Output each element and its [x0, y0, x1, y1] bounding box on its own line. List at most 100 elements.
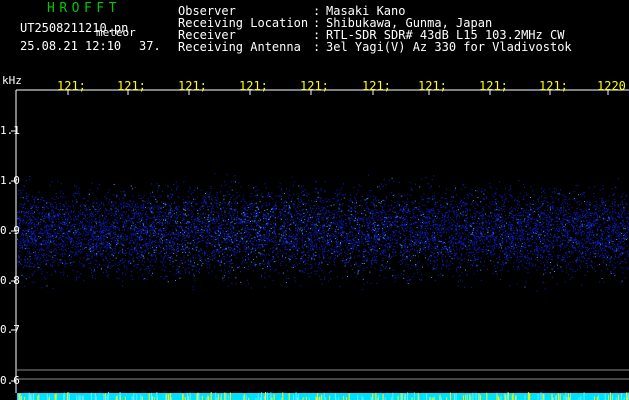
noise-pixel [237, 218, 239, 220]
noise-pixel [594, 213, 596, 215]
noise-pixel [125, 193, 126, 195]
noise-pixel [327, 238, 328, 240]
noise-pixel [61, 248, 63, 250]
noise-pixel [49, 255, 51, 257]
noise-pixel [123, 201, 125, 203]
noise-pixel [345, 259, 347, 261]
noise-pixel [447, 211, 449, 213]
noise-pixel [71, 256, 73, 258]
noise-pixel [554, 230, 556, 232]
noise-pixel [128, 215, 129, 217]
noise-pixel [431, 210, 433, 212]
noise-pixel [296, 216, 298, 218]
noise-pixel [134, 224, 136, 226]
noise-pixel [422, 227, 424, 229]
noise-pixel [610, 256, 612, 258]
noise-pixel [182, 229, 184, 231]
noise-pixel [567, 233, 569, 235]
noise-pixel [296, 258, 298, 260]
noise-pixel [440, 273, 442, 275]
noise-pixel [284, 202, 286, 204]
noise-pixel [136, 202, 138, 204]
noise-pixel [224, 236, 226, 238]
noise-pixel [234, 198, 236, 200]
noise-pixel [334, 222, 336, 224]
noise-pixel [47, 260, 49, 262]
noise-pixel [448, 209, 450, 211]
noise-pixel [620, 241, 622, 243]
noise-pixel [408, 246, 410, 248]
noise-pixel [91, 257, 93, 259]
noise-pixel [153, 216, 155, 218]
noise-pixel [367, 198, 369, 199]
noise-pixel [194, 226, 196, 228]
noise-pixel [358, 225, 360, 227]
noise-pixel [133, 218, 135, 220]
noise-pixel [155, 231, 156, 233]
noise-pixel [626, 194, 628, 196]
noise-pixel [306, 192, 308, 194]
noise-pixel [236, 237, 237, 239]
noise-pixel [147, 257, 149, 259]
noise-pixel [611, 249, 613, 251]
noise-pixel [208, 196, 210, 198]
noise-pixel [73, 261, 75, 263]
noise-pixel [451, 258, 453, 260]
noise-pixel [96, 198, 98, 200]
noise-pixel [493, 265, 495, 267]
noise-pixel [453, 238, 455, 240]
noise-pixel [610, 245, 612, 247]
noise-pixel [81, 221, 83, 223]
noise-pixel [128, 263, 130, 265]
noise-pixel [341, 221, 343, 223]
noise-pixel [163, 229, 165, 231]
noise-pixel [416, 250, 418, 252]
noise-pixel [519, 256, 521, 258]
noise-pixel [225, 235, 227, 237]
noise-pixel [300, 285, 302, 287]
noise-pixel [76, 246, 78, 248]
noise-pixel [352, 201, 353, 203]
noise-pixel [243, 214, 245, 216]
noise-pixel [399, 208, 401, 210]
noise-pixel [468, 241, 470, 243]
noise-pixel [170, 260, 172, 262]
noise-pixel [338, 206, 340, 208]
noise-pixel [602, 256, 604, 258]
noise-pixel [389, 254, 391, 256]
noise-pixel [48, 232, 50, 234]
noise-pixel [342, 241, 344, 243]
noise-pixel [230, 249, 232, 251]
noise-pixel [103, 238, 105, 240]
noise-pixel [109, 255, 111, 257]
noise-pixel [551, 242, 553, 244]
noise-pixel [202, 262, 204, 264]
noise-pixel [189, 235, 190, 236]
noise-pixel [271, 268, 273, 270]
noise-pixel [323, 249, 325, 251]
noise-pixel [287, 221, 289, 223]
noise-pixel [406, 215, 408, 217]
noise-pixel [427, 258, 429, 260]
noise-pixel [597, 240, 599, 242]
noise-pixel [160, 219, 162, 221]
noise-pixel [227, 220, 229, 222]
noise-pixel [618, 225, 620, 227]
noise-pixel [587, 224, 589, 226]
noise-pixel [194, 228, 196, 230]
noise-pixel [404, 219, 405, 220]
noise-pixel [127, 235, 129, 237]
noise-pixel [621, 252, 622, 254]
noise-pixel [599, 209, 601, 211]
noise-pixel [587, 258, 589, 259]
noise-pixel [518, 180, 520, 182]
noise-pixel [626, 220, 628, 222]
noise-pixel [342, 232, 344, 234]
noise-pixel [602, 213, 603, 215]
noise-pixel [33, 282, 35, 284]
noise-pixel [612, 218, 614, 220]
noise-pixel [449, 242, 451, 244]
noise-pixel [150, 204, 152, 206]
noise-pixel [225, 230, 227, 232]
noise-pixel [167, 196, 169, 198]
